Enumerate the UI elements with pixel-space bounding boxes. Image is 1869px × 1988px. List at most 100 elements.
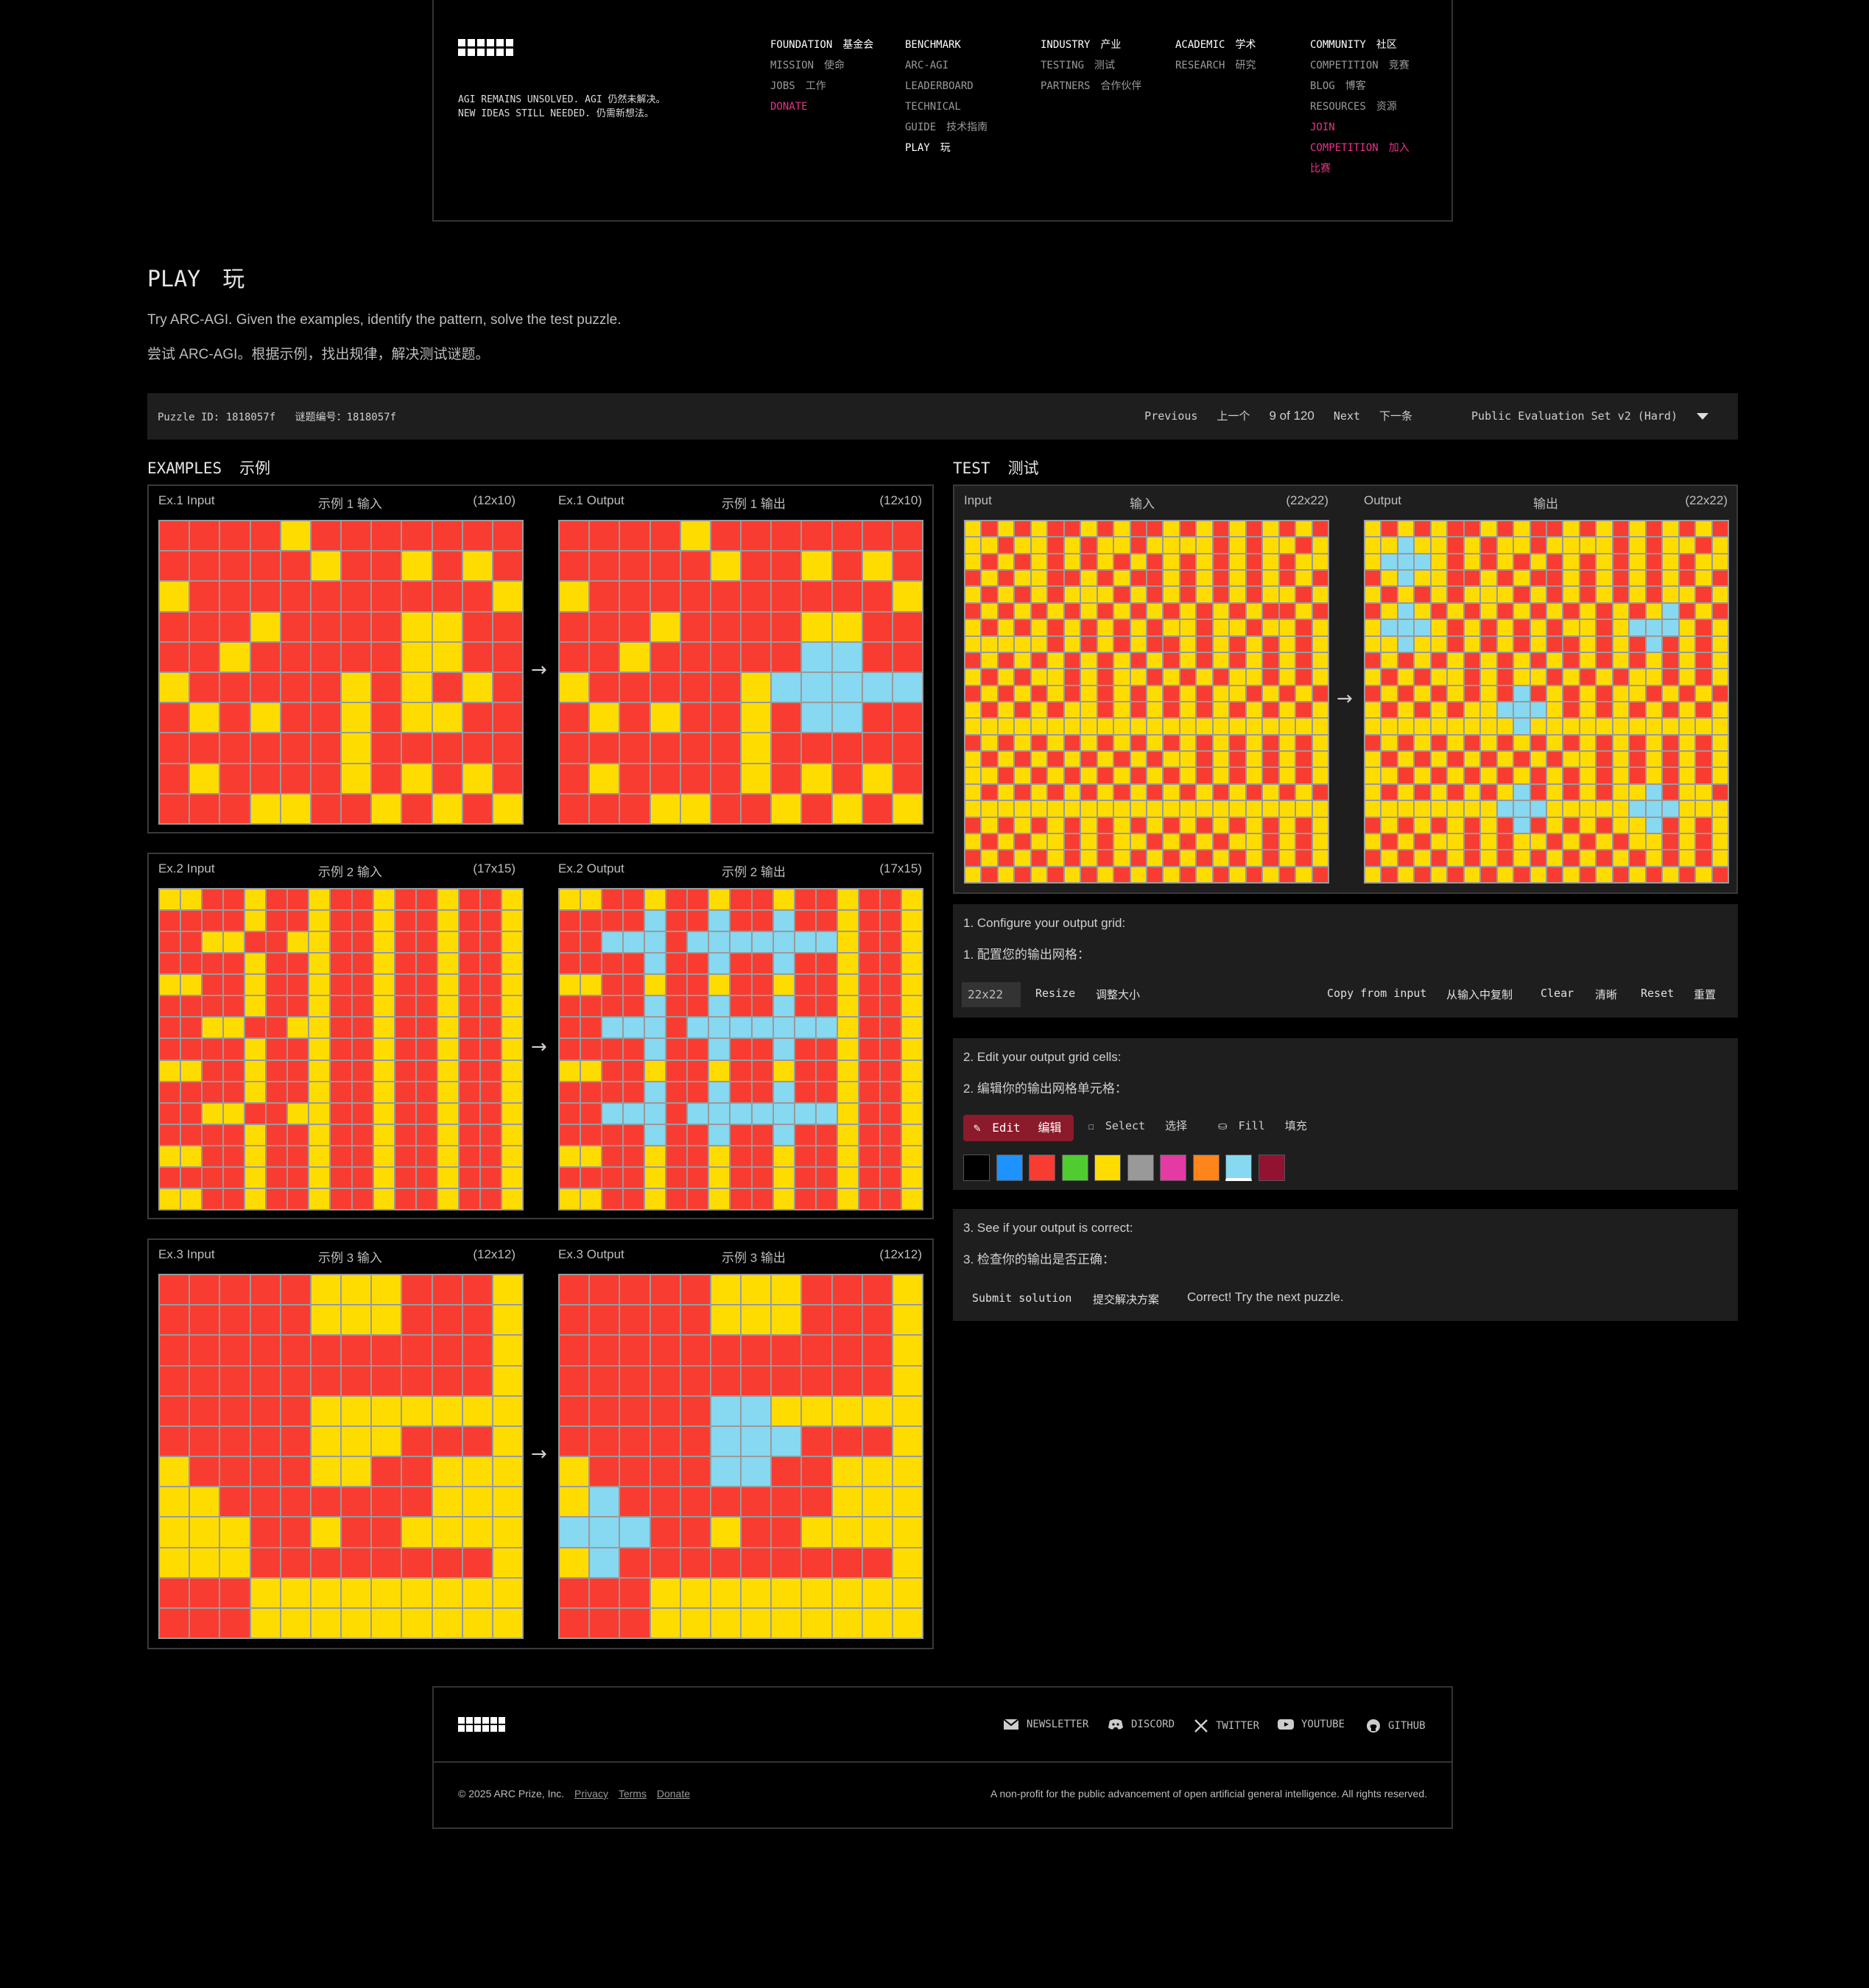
- grid-cell[interactable]: [1431, 735, 1447, 751]
- grid-cell[interactable]: [1547, 719, 1563, 734]
- color-swatch[interactable]: [1094, 1155, 1121, 1181]
- grid-cell[interactable]: [1563, 850, 1579, 866]
- grid-cell[interactable]: [1481, 702, 1496, 718]
- grid-cell[interactable]: [1381, 702, 1397, 718]
- grid-cell[interactable]: [1613, 784, 1629, 800]
- grid-cell[interactable]: [1514, 587, 1530, 602]
- grid-cell[interactable]: [1547, 571, 1563, 586]
- grid-cell[interactable]: [1712, 768, 1728, 783]
- grid-cell[interactable]: [1497, 801, 1513, 817]
- grid-cell[interactable]: [1464, 768, 1480, 783]
- next-button-cn[interactable]: 下一条: [1379, 408, 1412, 423]
- grid-cell[interactable]: [1663, 735, 1678, 751]
- grid-cell[interactable]: [1497, 554, 1513, 570]
- grid-cell[interactable]: [1431, 768, 1447, 783]
- grid-cell[interactable]: [1712, 571, 1728, 586]
- grid-cell[interactable]: [1597, 554, 1612, 570]
- clear-button[interactable]: Clear: [1541, 987, 1574, 1000]
- grid-cell[interactable]: [1448, 768, 1463, 783]
- grid-cell[interactable]: [1365, 669, 1381, 685]
- grid-cell[interactable]: [1514, 817, 1530, 833]
- grid-cell[interactable]: [1530, 620, 1546, 635]
- grid-cell[interactable]: [1530, 587, 1546, 602]
- grid-cell[interactable]: [1530, 867, 1546, 882]
- grid-cell[interactable]: [1580, 833, 1596, 850]
- grid-cell[interactable]: [1646, 636, 1662, 652]
- grid-cell[interactable]: [1415, 571, 1430, 586]
- reset-button-cn[interactable]: 重置: [1694, 987, 1716, 1002]
- grid-cell[interactable]: [1580, 603, 1596, 619]
- grid-cell[interactable]: [1696, 784, 1711, 800]
- grid-cell[interactable]: [1696, 537, 1711, 553]
- grid-cell[interactable]: [1514, 685, 1530, 701]
- grid-cell[interactable]: [1679, 817, 1695, 833]
- grid-cell[interactable]: [1563, 587, 1579, 602]
- grid-cell[interactable]: [1597, 784, 1612, 800]
- grid-cell[interactable]: [1431, 587, 1447, 602]
- grid-cell[interactable]: [1696, 719, 1711, 734]
- grid-cell[interactable]: [1514, 768, 1530, 783]
- grid-cell[interactable]: [1712, 752, 1728, 767]
- grid-cell[interactable]: [1365, 652, 1381, 669]
- grid-cell[interactable]: [1696, 801, 1711, 817]
- grid-cell[interactable]: [1381, 603, 1397, 619]
- grid-cell[interactable]: [1646, 587, 1662, 602]
- grid-cell[interactable]: [1663, 817, 1678, 833]
- grid-cell[interactable]: [1597, 702, 1612, 718]
- grid-cell[interactable]: [1514, 620, 1530, 635]
- grid-cell[interactable]: [1398, 768, 1414, 783]
- grid-cell[interactable]: [1398, 817, 1414, 833]
- grid-cell[interactable]: [1365, 801, 1381, 817]
- grid-cell[interactable]: [1497, 669, 1513, 685]
- grid-cell[interactable]: [1415, 620, 1430, 635]
- grid-cell[interactable]: [1514, 537, 1530, 553]
- grid-cell[interactable]: [1613, 685, 1629, 701]
- grid-cell[interactable]: [1497, 587, 1513, 602]
- grid-cell[interactable]: [1563, 702, 1579, 718]
- grid-cell[interactable]: [1547, 833, 1563, 850]
- select-mode-button[interactable]: ☐ Select 选择: [1088, 1118, 1187, 1133]
- grid-cell[interactable]: [1415, 587, 1430, 602]
- grid-cell[interactable]: [1431, 752, 1447, 767]
- grid-cell[interactable]: [1381, 685, 1397, 701]
- grid-cell[interactable]: [1547, 685, 1563, 701]
- grid-cell[interactable]: [1613, 850, 1629, 866]
- grid-cell[interactable]: [1630, 554, 1645, 570]
- edit-mode-button[interactable]: ✎ Edit 编辑: [963, 1115, 1074, 1141]
- grid-cell[interactable]: [1448, 620, 1463, 635]
- grid-cell[interactable]: [1679, 735, 1695, 751]
- grid-cell[interactable]: [1365, 768, 1381, 783]
- grid-cell[interactable]: [1431, 817, 1447, 833]
- grid-cell[interactable]: [1431, 669, 1447, 685]
- grid-cell[interactable]: [1580, 768, 1596, 783]
- grid-cell[interactable]: [1381, 867, 1397, 882]
- grid-cell[interactable]: [1514, 833, 1530, 850]
- grid-cell[interactable]: [1712, 521, 1728, 537]
- grid-cell[interactable]: [1563, 735, 1579, 751]
- grid-cell[interactable]: [1597, 571, 1612, 586]
- grid-cell[interactable]: [1597, 537, 1612, 553]
- grid-cell[interactable]: [1663, 719, 1678, 734]
- grid-cell[interactable]: [1431, 636, 1447, 652]
- grid-cell[interactable]: [1431, 702, 1447, 718]
- grid-cell[interactable]: [1431, 850, 1447, 866]
- grid-cell[interactable]: [1630, 537, 1645, 553]
- grid-cell[interactable]: [1613, 636, 1629, 652]
- grid-cell[interactable]: [1481, 603, 1496, 619]
- grid-cell[interactable]: [1580, 702, 1596, 718]
- grid-cell[interactable]: [1431, 801, 1447, 817]
- grid-cell[interactable]: [1646, 521, 1662, 537]
- grid-cell[interactable]: [1580, 719, 1596, 734]
- grid-cell[interactable]: [1646, 719, 1662, 734]
- grid-cell[interactable]: [1679, 521, 1695, 537]
- color-swatch[interactable]: [1061, 1155, 1088, 1181]
- grid-cell[interactable]: [1415, 702, 1430, 718]
- grid-cell[interactable]: [1481, 752, 1496, 767]
- fill-mode-button[interactable]: ⛀ Fill 填充: [1218, 1118, 1307, 1133]
- grid-cell[interactable]: [1597, 801, 1612, 817]
- grid-cell[interactable]: [1663, 636, 1678, 652]
- grid-cell[interactable]: [1365, 603, 1381, 619]
- grid-cell[interactable]: [1398, 719, 1414, 734]
- grid-cell[interactable]: [1679, 801, 1695, 817]
- grid-cell[interactable]: [1481, 636, 1496, 652]
